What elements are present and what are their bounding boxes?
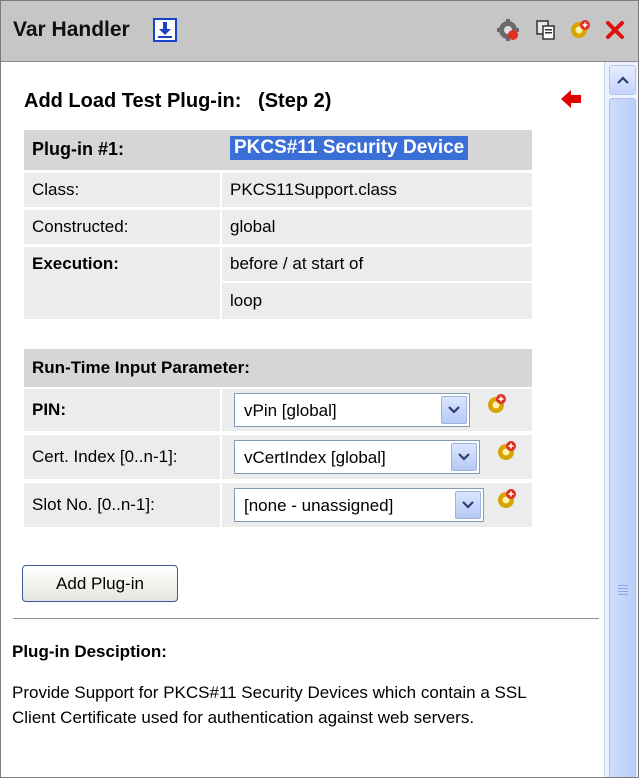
param-row-slot-label-cell: Slot No. [0..n-1]: [24, 483, 220, 527]
scroll-up-button[interactable] [609, 65, 636, 95]
plugin-header-row: Plug-in #1: PKCS#11 Security Device [24, 130, 532, 170]
params-header-row: Run-Time Input Parameter: [24, 349, 532, 387]
vertical-scrollbar[interactable] [604, 62, 638, 777]
plugin-number-label: Plug-in #1: [32, 139, 125, 159]
chevron-up-icon [617, 76, 629, 84]
description-title: Plug-in Desciption: [12, 642, 167, 661]
execution-value-line1: before / at start of [230, 254, 364, 273]
step-title: Add Load Test Plug-in: (Step 2) [24, 90, 332, 112]
params-header: Run-Time Input Parameter: [32, 358, 250, 377]
chevron-down-icon[interactable] [441, 396, 467, 424]
close-icon[interactable] [604, 19, 626, 41]
class-value-cell: PKCS11Support.class [222, 173, 532, 207]
pin-select[interactable]: vPin [global] [234, 393, 470, 427]
plugin-name[interactable]: PKCS#11 Security Device [230, 136, 469, 160]
add-plugin-button[interactable]: Add Plug-in [22, 565, 178, 602]
scroll-thumb[interactable] [609, 98, 636, 777]
chevron-down-icon[interactable] [451, 443, 477, 471]
cert-index-select-value: vCertIndex [global] [244, 448, 386, 467]
settings-gear-icon[interactable] [497, 19, 519, 41]
window-title: Var Handler [13, 18, 130, 41]
param-label-slot-no: Slot No. [0..n-1]: [32, 495, 155, 514]
execution-value-cell-1: before / at start of [222, 247, 532, 281]
var-handler-window: Var Handler Add Load Test Plug-in: (Step… [0, 0, 639, 778]
download-icon[interactable] [153, 18, 177, 42]
class-label: Class: [32, 180, 80, 199]
divider [13, 618, 599, 619]
chevron-down-icon[interactable] [455, 491, 481, 519]
add-gear-icon[interactable] [569, 19, 591, 41]
param-row-cert-label-cell: Cert. Index [0..n-1]: [24, 435, 220, 479]
arrow-left-icon[interactable] [560, 88, 582, 110]
param-row-pin-label-cell: PIN: [24, 389, 220, 431]
slot-no-select-value: [none - unassigned] [244, 496, 394, 515]
constructed-label: Constructed: [32, 217, 129, 236]
class-value: PKCS11Support.class [230, 180, 397, 199]
execution-value-line2: loop [230, 291, 263, 310]
slot-no-select[interactable]: [none - unassigned] [234, 488, 484, 522]
title-bar: Var Handler [1, 1, 638, 62]
class-label-cell: Class: [24, 173, 220, 207]
constructed-value-cell: global [222, 210, 532, 244]
constructed-label-cell: Constructed: [24, 210, 220, 244]
description-text: Provide Support for PKCS#11 Security Dev… [12, 683, 527, 727]
constructed-value: global [230, 217, 276, 236]
param-label-pin: PIN: [32, 400, 66, 419]
execution-label: Execution: [32, 254, 119, 273]
cert-index-select[interactable]: vCertIndex [global] [234, 440, 480, 474]
add-gear-icon[interactable] [486, 393, 508, 415]
add-gear-icon[interactable] [496, 488, 518, 510]
execution-value-cell-2: loop [222, 283, 532, 319]
pin-select-value: vPin [global] [244, 401, 337, 420]
param-label-cert-index: Cert. Index [0..n-1]: [32, 447, 178, 466]
copy-icon[interactable] [535, 19, 557, 41]
execution-label-cell: Execution: [24, 247, 220, 319]
add-gear-icon[interactable] [496, 440, 518, 462]
main-content: Add Load Test Plug-in: (Step 2) Plug-in … [2, 62, 602, 777]
